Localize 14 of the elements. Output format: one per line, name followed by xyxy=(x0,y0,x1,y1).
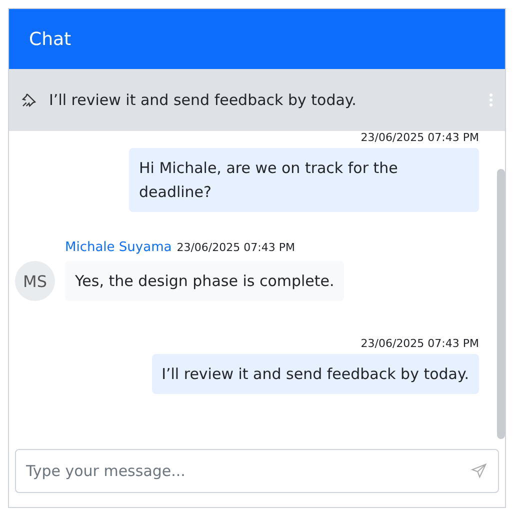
chat-title: Chat xyxy=(9,9,505,69)
message-bubble: Yes, the design phase is complete. xyxy=(65,261,344,301)
author-name: Michale Suyama xyxy=(65,240,172,255)
pinned-message-text: I’ll review it and send feedback by today. xyxy=(49,91,358,109)
message-time: 23/06/2025 07:43 PM xyxy=(176,241,295,254)
more-options-icon[interactable] xyxy=(489,93,493,107)
message-time: 23/06/2025 07:43 PM xyxy=(360,337,479,350)
message-bubble: I’ll review it and send feedback by today. xyxy=(152,354,479,394)
scrollbar-thumb[interactable] xyxy=(497,169,505,439)
avatar: MS xyxy=(15,261,55,301)
send-icon[interactable] xyxy=(471,463,487,479)
message-time: 23/06/2025 07:43 PM xyxy=(360,131,479,144)
message-input[interactable]: Type your message... xyxy=(15,449,499,493)
message-bubble: Hi Michale, are we on track for the deadline? xyxy=(129,148,479,212)
